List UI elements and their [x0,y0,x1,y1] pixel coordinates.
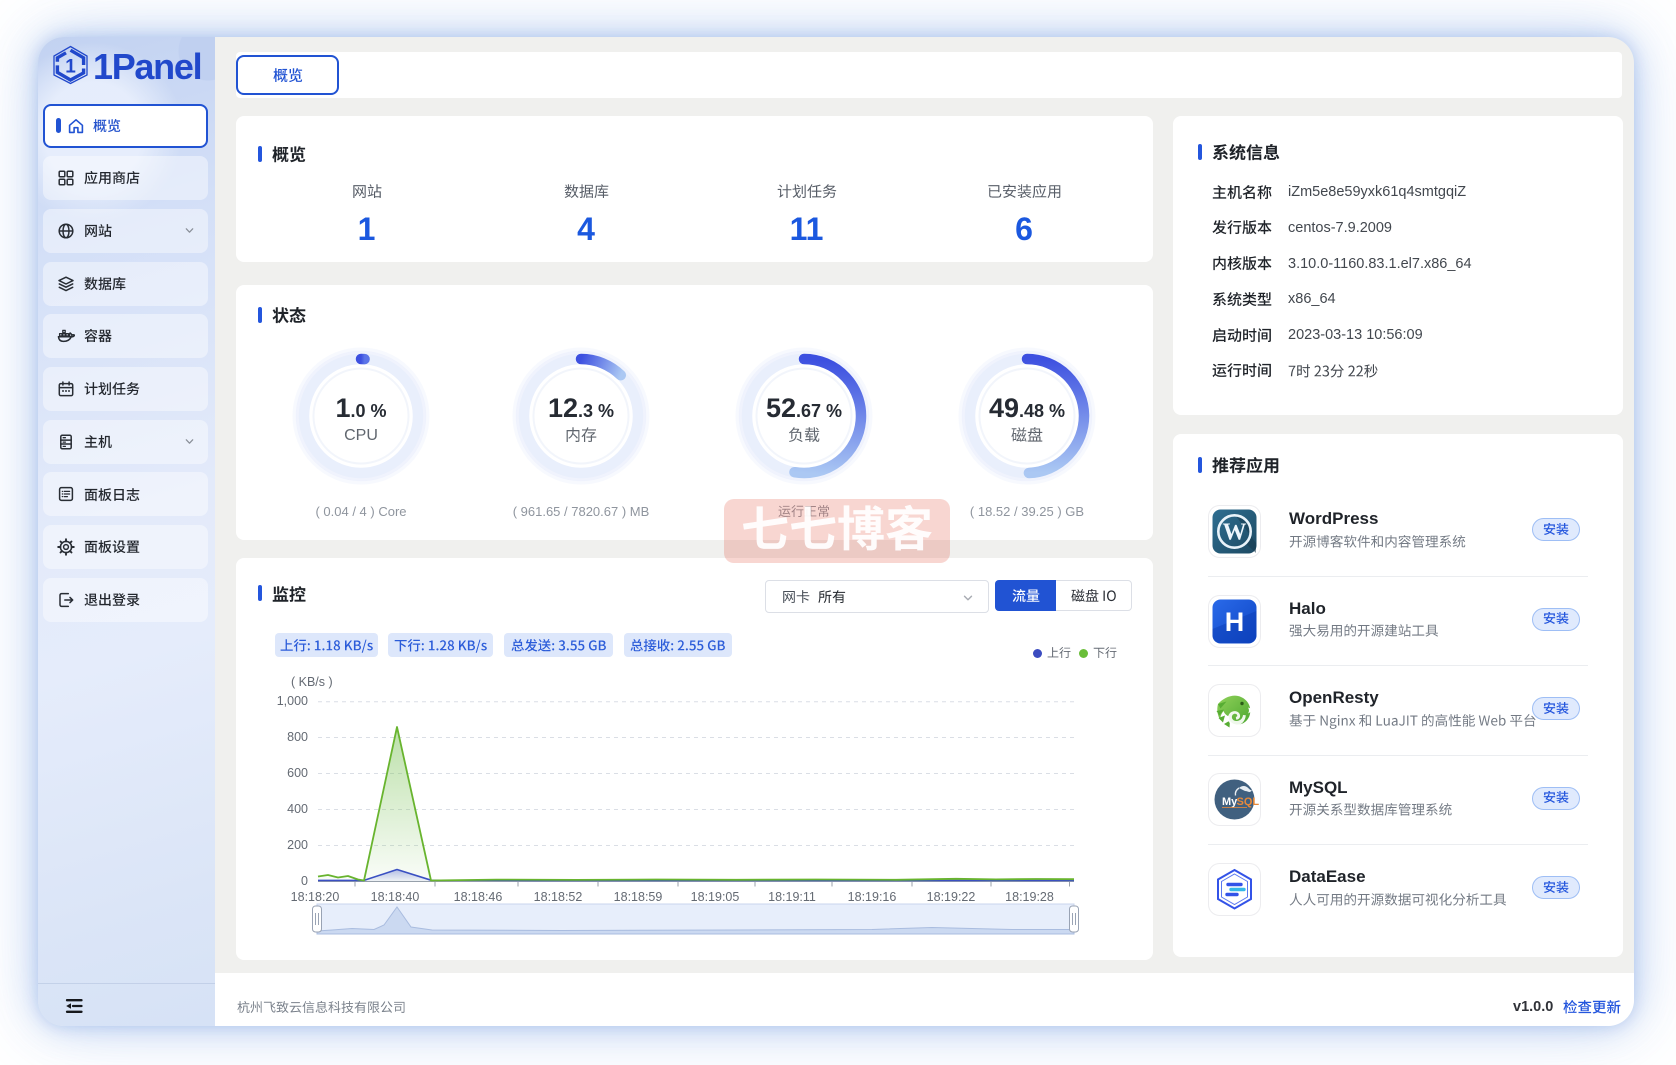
svg-text:H: H [1225,607,1245,637]
svg-text:SQL: SQL [1237,796,1260,808]
svg-text:1: 1 [65,57,76,78]
svg-text:W: W [1223,520,1247,546]
